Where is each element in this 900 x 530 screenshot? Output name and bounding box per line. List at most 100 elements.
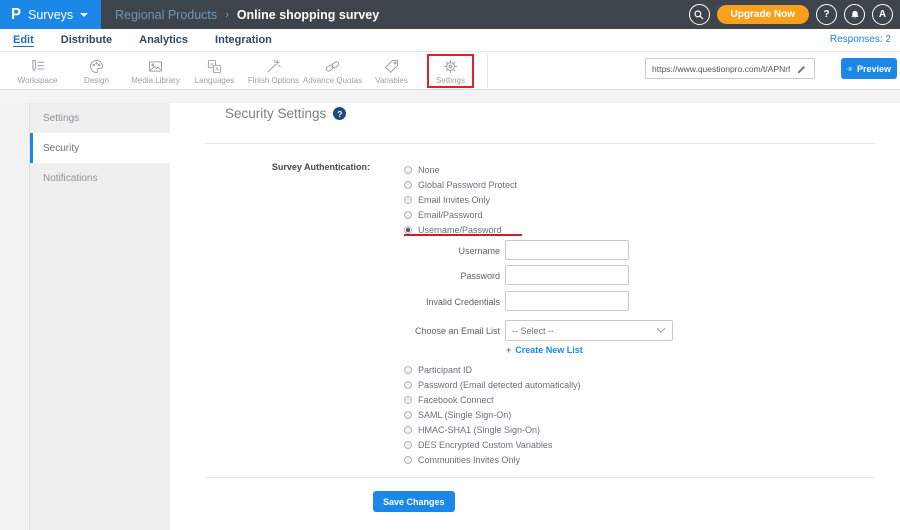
preview-button[interactable]: Preview xyxy=(841,58,897,79)
top-bar: P Surveys Regional Products › Online sho… xyxy=(0,0,900,29)
breadcrumb: Regional Products › Online shopping surv… xyxy=(115,8,379,22)
radio-circle-icon xyxy=(404,395,412,404)
toolbar-item-finish-options[interactable]: Finish Options xyxy=(244,52,303,90)
radio-circle-icon xyxy=(404,165,412,174)
design-palette-icon xyxy=(90,59,103,73)
radio-option-none[interactable]: None xyxy=(404,162,517,177)
radio-circle-icon xyxy=(404,195,412,204)
username-label: Username xyxy=(458,246,500,256)
questionpro-logo-icon: P xyxy=(11,5,22,24)
toolbar-item-languages[interactable]: aA Languages xyxy=(185,52,244,90)
toolbar-item-label: Workspace xyxy=(17,75,58,85)
auth-options-top: None Global Password Protect Email Invit… xyxy=(404,162,517,237)
tab-edit[interactable]: Edit xyxy=(13,34,34,46)
breadcrumb-parent[interactable]: Regional Products xyxy=(115,8,217,22)
edit-url-button[interactable] xyxy=(792,63,810,74)
radio-option-participant-id[interactable]: Participant ID xyxy=(404,362,581,377)
annotation-underline xyxy=(404,234,522,236)
search-icon xyxy=(694,9,704,19)
toolbar-item-advance-quotas[interactable]: Advance Quotas xyxy=(303,52,362,90)
survey-url-box xyxy=(645,58,815,79)
save-changes-button[interactable]: Save Changes xyxy=(373,491,455,512)
radio-option-saml[interactable]: SAML (Single Sign-On) xyxy=(404,407,581,422)
magic-wand-icon xyxy=(267,59,281,73)
gear-icon xyxy=(443,59,458,73)
password-field[interactable] xyxy=(505,265,629,285)
radio-option-communities-invites[interactable]: Communities Invites Only xyxy=(404,452,581,467)
help-button[interactable]: ? xyxy=(816,4,837,25)
languages-icon: aA xyxy=(207,59,222,73)
toolbar-item-label: Settings xyxy=(436,75,465,85)
toolbar-item-label: Languages xyxy=(194,75,235,85)
toolbar-item-settings[interactable]: Settings xyxy=(421,52,480,90)
radio-label: None xyxy=(418,164,440,175)
radio-option-email-invites-only[interactable]: Email Invites Only xyxy=(404,192,517,207)
toolbar-item-label: Variables xyxy=(375,75,408,85)
avatar[interactable]: A xyxy=(872,4,893,25)
auth-options-bottom: Participant ID Password (Email detected … xyxy=(404,362,581,467)
invalid-credentials-field[interactable] xyxy=(505,291,629,311)
responses-count[interactable]: Responses: 2 xyxy=(830,34,891,45)
radio-circle-icon xyxy=(404,455,412,464)
toolbar-item-media-library[interactable]: Media Library xyxy=(126,52,185,90)
username-field[interactable] xyxy=(505,240,629,260)
search-button[interactable] xyxy=(688,4,710,25)
radio-circle-icon xyxy=(404,380,412,389)
tab-integration[interactable]: Integration xyxy=(215,34,272,46)
radio-label: SAML (Single Sign-On) xyxy=(418,409,512,420)
tab-analytics[interactable]: Analytics xyxy=(139,34,188,46)
radio-circle-icon xyxy=(404,180,412,189)
sidebar-item-settings[interactable]: Settings xyxy=(30,103,170,133)
email-list-select[interactable]: -- Select -- xyxy=(505,320,673,341)
radio-circle-icon xyxy=(404,210,412,219)
toolbar-divider xyxy=(487,54,488,88)
radio-label: Email Invites Only xyxy=(418,194,491,205)
radio-label: HMAC-SHA1 (Single Sign-On) xyxy=(418,424,541,435)
radio-option-facebook-connect[interactable]: Facebook Connect xyxy=(404,392,581,407)
sidebar-item-label: Security xyxy=(43,142,80,154)
radio-label: Global Password Protect xyxy=(418,179,518,190)
radio-label: Participant ID xyxy=(418,364,473,375)
surveys-menu-label: Surveys xyxy=(28,7,74,22)
upgrade-now-button[interactable]: Upgrade Now xyxy=(716,5,809,24)
toolbar-item-variables[interactable]: Variables xyxy=(362,52,421,90)
radio-label: DES Encrypted Custom Variables xyxy=(418,439,553,450)
eye-icon xyxy=(847,66,853,71)
invalid-credentials-label: Invalid Credentials xyxy=(425,297,500,307)
chevron-down-icon xyxy=(656,327,666,333)
radio-option-des-encrypted[interactable]: DES Encrypted Custom Variables xyxy=(404,437,581,452)
toolbar-item-design[interactable]: Design xyxy=(67,52,126,90)
radio-option-global-password-protect[interactable]: Global Password Protect xyxy=(404,177,517,192)
svg-text:A: A xyxy=(215,66,219,72)
sidebar-item-label: Notifications xyxy=(43,172,98,184)
password-label: Password xyxy=(460,271,500,281)
radio-label: Facebook Connect xyxy=(418,394,494,405)
toolbar-item-label: Advance Quotas xyxy=(302,75,363,85)
tab-distribute[interactable]: Distribute xyxy=(61,34,112,46)
sidebar-item-notifications[interactable]: Notifications xyxy=(30,163,170,193)
email-list-selected-value: -- Select -- xyxy=(512,325,555,336)
radio-label: Communities Invites Only xyxy=(418,454,521,465)
surveys-menu[interactable]: P Surveys xyxy=(0,0,101,29)
radio-option-hmac-sha1[interactable]: HMAC-SHA1 (Single Sign-On) xyxy=(404,422,581,437)
page-title: Security Settings xyxy=(225,106,327,121)
toolbar-item-workspace[interactable]: Workspace xyxy=(8,52,67,90)
notifications-button[interactable] xyxy=(844,4,865,25)
heading-divider xyxy=(205,143,875,144)
survey-url-input[interactable] xyxy=(650,62,792,75)
content-top-band xyxy=(0,90,900,103)
sidebar-item-security[interactable]: Security xyxy=(30,133,170,163)
radio-option-password-email-detected[interactable]: Password (Email detected automatically) xyxy=(404,377,581,392)
heading-help-icon[interactable]: ? xyxy=(333,107,347,120)
breadcrumb-current: Online shopping survey xyxy=(236,7,380,22)
radio-label: Email/Password xyxy=(418,209,483,220)
toolbar-item-label: Design xyxy=(84,75,109,85)
survey-authentication-label: Survey Authentication: xyxy=(271,162,370,172)
radio-option-email-password[interactable]: Email/Password xyxy=(404,207,517,222)
radio-circle-icon xyxy=(404,365,412,374)
settings-sidebar: Settings Security Notifications xyxy=(30,103,170,530)
workspace-icon xyxy=(32,59,44,71)
tag-icon xyxy=(385,59,398,73)
create-new-list-link[interactable]: + Create New List xyxy=(506,345,583,355)
page-heading-row: Security Settings ? xyxy=(225,106,347,121)
